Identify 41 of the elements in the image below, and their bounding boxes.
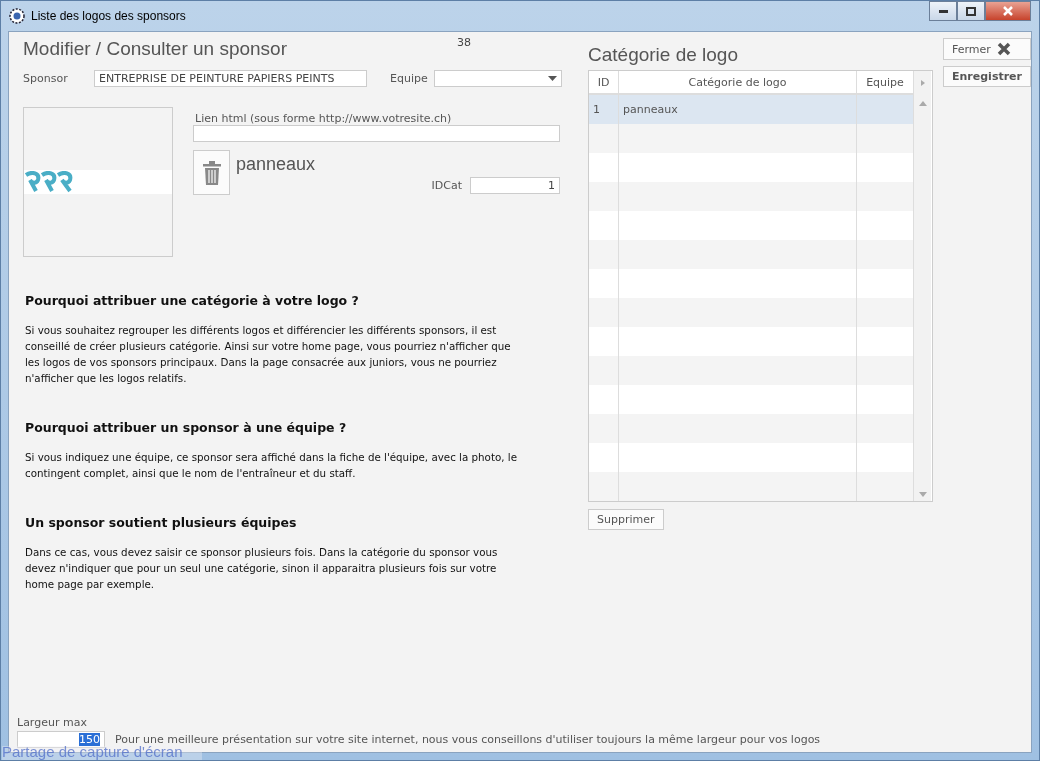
scroll-up-icon[interactable] — [918, 101, 927, 106]
record-number: 38 — [457, 36, 471, 49]
help-paragraph: Dans ce cas, vous devez saisir ce sponsor plusieurs fois. Dans la catégorie du sponsor vous devez n'indiquer que pour un seul une catégorie, sinon il apparaitra plusieurs fois sur votre home page par exemple. — [25, 545, 499, 592]
close-button[interactable] — [985, 1, 1031, 21]
width-field[interactable]: 150 — [17, 731, 105, 748]
field-label: Largeur max — [17, 716, 88, 729]
scrollbar[interactable] — [914, 95, 931, 501]
scroll-right-icon[interactable] — [920, 80, 925, 86]
scroll-down-icon[interactable] — [918, 492, 927, 497]
table-row[interactable]: 1 panneaux — [589, 95, 914, 124]
delete-button[interactable]: Supprimer — [588, 509, 664, 530]
close-icon — [996, 42, 1011, 56]
app-icon — [9, 8, 25, 24]
minimize-icon — [938, 9, 948, 13]
close-form-button[interactable]: Fermer — [943, 38, 1031, 60]
section-heading: Pourquoi attribuer un sponsor à une équipe ? — [25, 420, 348, 435]
team-dropdown[interactable] — [433, 70, 562, 87]
table-title: Catégorie de logo — [588, 44, 739, 66]
link-field[interactable] — [193, 125, 560, 142]
trash-icon — [202, 160, 221, 185]
hint-text: Pour une meilleure présentation sur votre site internet, nous vous conseillons d'utiliser toujours la même largeur pour vos logos — [115, 733, 821, 746]
help-paragraph: Si vous indiquez une équipe, ce sponsor sera affiché dans la fiche de l'équipe, avec la photo, le contingent complet, ainsi que le nom de l'entraîneur et du staff. — [25, 450, 518, 481]
delete-logo-button[interactable] — [193, 150, 230, 195]
field-label: IDCat — [431, 179, 462, 192]
caret-icon — [547, 76, 557, 81]
field-label: Sponsor — [23, 72, 69, 85]
field-label: Lien html (sous forme http://www.votresite.ch) — [195, 112, 453, 125]
section-heading: Pourquoi attribuer une catégorie à votre logo ? — [25, 293, 360, 308]
window-title: Liste des logos des sponsors — [31, 9, 186, 23]
idcat-field[interactable]: 1 — [470, 177, 560, 194]
save-button[interactable]: Enregistrer — [943, 66, 1031, 87]
category-name: panneaux — [236, 154, 316, 175]
section-heading: Un sponsor soutient plusieurs équipes — [25, 515, 298, 530]
sponsor-field[interactable]: ENTREPRISE DE PEINTURE PAPIERS PEINTS — [94, 70, 367, 87]
form-title: Modifier / Consulter un sponsor — [23, 38, 287, 60]
field-label: Equipe — [390, 72, 428, 85]
close-icon — [1003, 6, 1013, 16]
maximize-button[interactable] — [957, 1, 985, 21]
maximize-icon — [966, 6, 976, 16]
help-paragraph: Si vous souhaitez regrouper les différents logos et différencier les différents sponsors, il est conseillé de créer plusieurs catégorie. Ainsi sur votre home page, vous pourriez n'afficher que les logos de vos sponsors principaux. Dans la page consacrée aux juniors, vous ne pourriez n'afficher que les logos relatifs. — [25, 323, 512, 386]
minimize-button[interactable] — [929, 1, 957, 21]
